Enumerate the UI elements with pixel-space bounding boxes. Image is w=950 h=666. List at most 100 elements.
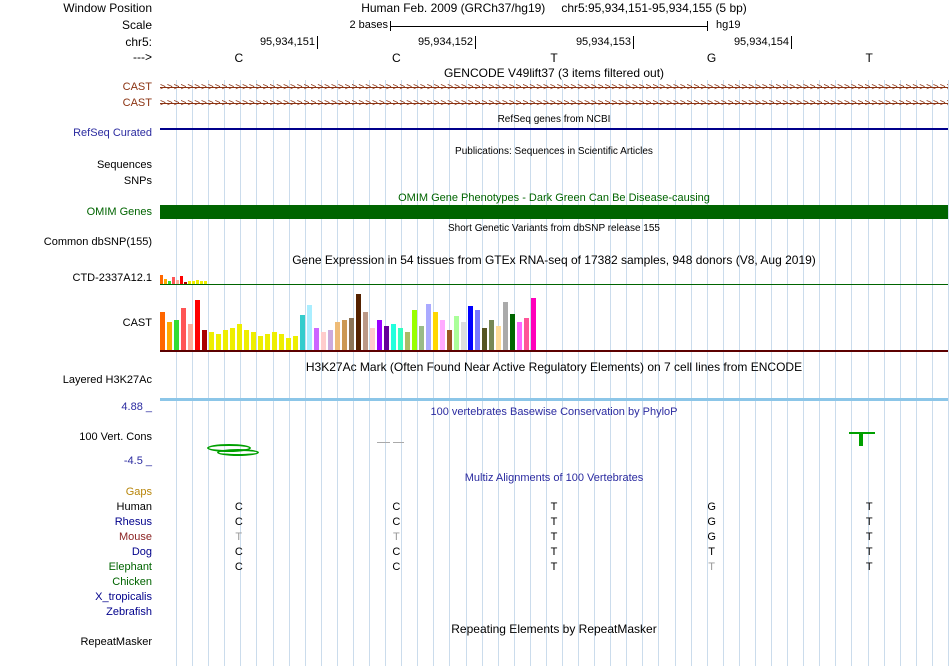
species-label-human[interactable]: Human	[0, 501, 152, 514]
gtex-tissue-bar	[223, 330, 228, 350]
alignment-base: T	[865, 516, 873, 528]
gencode-item-label-2[interactable]: CAST	[0, 97, 152, 110]
gtex-tissue-bar	[251, 332, 256, 350]
alignment-base: C	[392, 546, 401, 558]
gtex-tissue-bar	[447, 330, 452, 350]
transcript-arrows-row-2[interactable]: >>>>>>>>>>>>>>>>>>>>>>>>>>>>>>>>>>>>>>>>…	[160, 97, 948, 110]
coordinate-tick-1: 95,934,151	[208, 36, 318, 49]
gtex-tissue-bar	[188, 324, 193, 350]
species-label-elephant[interactable]: Elephant	[0, 561, 152, 574]
alignment-base: T	[550, 561, 558, 573]
common-dbsnp-label[interactable]: Common dbSNP(155)	[0, 236, 152, 249]
dbsnp-track-title: Short Genetic Variants from dbSNP releas…	[448, 223, 660, 234]
gtex-tissue-bar	[286, 338, 291, 350]
gtex-tissue-bar	[335, 322, 340, 350]
gtex-tissue-bar	[363, 312, 368, 350]
phylop-min-label: -4.5 _	[123, 455, 152, 467]
publications-track-title: Publications: Sequences in Scientific Ar…	[455, 146, 653, 157]
gtex-tissue-bar	[300, 315, 305, 350]
coordinate-tick-4: 95,934,154	[682, 36, 792, 49]
gtex-tissue-bar	[160, 312, 165, 350]
alignment-base: C	[234, 561, 243, 573]
alignment-base: G	[707, 516, 716, 528]
gtex-tissue-bar	[468, 306, 473, 350]
gtex-tissue-bar	[265, 334, 270, 350]
gtex-track-title: Gene Expression in 54 tissues from GTEx …	[292, 253, 816, 267]
species-label-chicken[interactable]: Chicken	[0, 576, 152, 589]
alignment-base: G	[707, 501, 716, 513]
gtex-tissue-bar	[356, 294, 361, 350]
chrom-label: chr5:	[125, 35, 152, 49]
coordinate-value: 95,934,152	[417, 36, 473, 48]
sequence-base: C	[234, 51, 244, 65]
position-range: chr5:95,934,151-95,934,155 (5 bp)	[561, 1, 747, 15]
species-label-zebrafish[interactable]: Zebrafish	[0, 606, 152, 619]
gtex-tissue-bar	[160, 275, 163, 284]
gtex-tissue-bar	[489, 320, 494, 350]
window-position-label: Window Position	[63, 1, 152, 15]
gtex-tissue-bar	[244, 330, 249, 350]
assembly-short-label: hg19	[716, 19, 741, 31]
scale-label: Scale	[121, 18, 152, 32]
scale-bar	[390, 21, 708, 31]
gtex-tissue-bar	[342, 320, 347, 350]
gtex-barchart-cast[interactable]	[160, 292, 948, 350]
gtex-barchart-ctd[interactable]	[160, 273, 948, 284]
sequence-base: C	[392, 51, 401, 65]
gtex-tissue-bar	[216, 334, 221, 350]
gtex-tissue-bar	[405, 332, 410, 350]
gtex-tissue-bar	[433, 312, 438, 350]
gtex-tissue-bar	[370, 328, 375, 350]
species-label-dog[interactable]: Dog	[0, 546, 152, 559]
alignment-base: T	[865, 546, 873, 558]
sequence-base: G	[706, 51, 717, 65]
gencode-item-label-1[interactable]: CAST	[0, 81, 152, 94]
gtex-gene-label-cast[interactable]: CAST	[0, 317, 152, 330]
strand-direction-label: --->	[133, 50, 152, 64]
gtex-tissue-bar	[172, 277, 175, 284]
gtex-tissue-bar	[531, 298, 536, 350]
layered-h3k27ac-label[interactable]: Layered H3K27Ac	[0, 374, 152, 387]
refseq-curated-label[interactable]: RefSeq Curated	[0, 127, 152, 140]
gtex-tissue-bar	[419, 326, 424, 350]
gtex-tissue-bar	[377, 320, 382, 350]
gtex-tissue-bar	[293, 336, 298, 350]
h3k27ac-track-title: H3K27Ac Mark (Often Found Near Active Re…	[305, 360, 803, 374]
transcript-arrows-row-1[interactable]: >>>>>>>>>>>>>>>>>>>>>>>>>>>>>>>>>>>>>>>>…	[160, 81, 948, 94]
omim-genes-label[interactable]: OMIM Genes	[0, 206, 152, 219]
gtex-tissue-bar	[440, 320, 445, 350]
gtex-tissue-bar	[314, 328, 319, 350]
refseq-gene-line[interactable]	[160, 128, 948, 130]
alignment-base: T	[708, 546, 715, 558]
gtex-tissue-bar	[517, 322, 522, 350]
gtex-tissue-bar	[279, 334, 284, 350]
snps-label[interactable]: SNPs	[0, 175, 152, 188]
coordinate-tick-2: 95,934,152	[366, 36, 476, 49]
alignment-base: C	[392, 561, 401, 573]
alignment-base: C	[392, 516, 401, 528]
gtex-gene-label-ctd[interactable]: CTD-2337A12.1	[0, 272, 153, 285]
coordinate-value: 95,934,151	[259, 36, 315, 48]
species-label-mouse[interactable]: Mouse	[0, 531, 152, 544]
sequences-label[interactable]: Sequences	[0, 159, 152, 172]
sequence-base: T	[865, 51, 873, 65]
omim-gene-bar[interactable]	[160, 205, 948, 219]
repeatmasker-label[interactable]: RepeatMasker	[0, 636, 152, 649]
species-label-rhesus[interactable]: Rhesus	[0, 516, 152, 529]
alignment-base: T	[550, 516, 558, 528]
gtex-tissue-bar	[398, 328, 403, 350]
species-label-x_tropicalis[interactable]: X_tropicalis	[0, 591, 152, 604]
coordinate-value: 95,934,153	[575, 36, 631, 48]
position-header: Human Feb. 2009 (GRCh37/hg19) chr5:95,934…	[160, 1, 948, 15]
assembly-name: Human Feb. 2009 (GRCh37/hg19)	[361, 1, 546, 15]
gtex-tissue-bar	[510, 314, 515, 350]
alignment-base: T	[865, 501, 873, 513]
gtex-tissue-bar	[209, 332, 214, 350]
species-label-gaps[interactable]: Gaps	[0, 486, 152, 499]
refseq-track-title: RefSeq genes from NCBI	[497, 114, 611, 125]
sequence-base: T	[550, 51, 558, 65]
gtex-tissue-bar	[202, 330, 207, 350]
gtex-gene-model-line-ctd	[160, 284, 948, 285]
vert-cons-label[interactable]: 100 Vert. Cons	[0, 431, 152, 444]
gtex-tissue-bar	[391, 324, 396, 350]
